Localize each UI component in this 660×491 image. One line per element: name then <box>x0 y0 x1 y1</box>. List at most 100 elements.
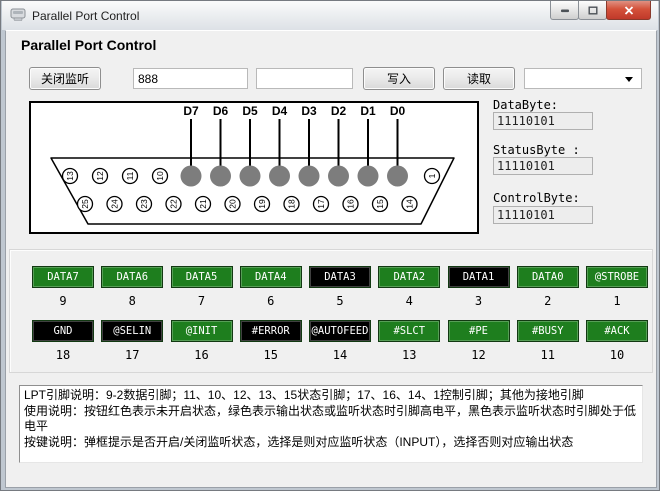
pin-button-SLCT[interactable]: #SLCT <box>378 320 440 342</box>
minimize-icon <box>560 6 570 15</box>
write-value-input[interactable] <box>256 68 353 89</box>
pin-button-ERROR[interactable]: #ERROR <box>240 320 302 342</box>
pin-number-label: 13 <box>65 171 75 181</box>
toggle-listen-button[interactable]: 关闭监听 <box>29 67 101 90</box>
connector-diagram: D7D6D5D4D3D2D1D0131211101252423222120191… <box>29 101 479 234</box>
pin-number: 4 <box>378 294 440 308</box>
data-pin-circle <box>181 166 202 187</box>
pin-cell: #ACK 10 <box>586 320 648 362</box>
write-button[interactable]: 写入 <box>363 67 435 90</box>
pin-number-label: 21 <box>198 199 208 209</box>
pin-number: 10 <box>586 348 648 362</box>
pin-cell: @INIT 16 <box>171 320 233 362</box>
pin-number-label: 12 <box>95 171 105 181</box>
pin-button-GND[interactable]: GND <box>32 320 94 342</box>
pin-cell: #SLCT 13 <box>378 320 440 362</box>
pin-cell: DATA46 <box>240 266 302 308</box>
pin-cell: @AUTOFEED 14 <box>309 320 371 362</box>
pin-button-DATA2[interactable]: DATA2 <box>378 266 440 288</box>
pin-number-label: 19 <box>257 199 267 209</box>
close-button[interactable] <box>606 1 651 20</box>
data-pin-circle <box>328 166 349 187</box>
pin-button-INIT[interactable]: @INIT <box>171 320 233 342</box>
pin-number-label: 14 <box>405 199 415 209</box>
data-pin-circle <box>240 166 261 187</box>
port-combobox[interactable] <box>524 68 642 89</box>
pin-button-DATA6[interactable]: DATA6 <box>101 266 163 288</box>
minimize-button[interactable] <box>550 1 579 20</box>
controlbyte-field[interactable] <box>493 206 593 224</box>
pin-number: 2 <box>517 294 579 308</box>
pin-button-DATA0[interactable]: DATA0 <box>517 266 579 288</box>
port-address-input[interactable] <box>133 68 248 89</box>
maximize-button[interactable] <box>578 1 607 20</box>
data-line-label: D0 <box>390 104 406 118</box>
controlbyte-label: ControlByte: <box>493 191 580 205</box>
pin-cell: DATA2 4 <box>378 266 440 308</box>
pin-number-label: 15 <box>375 199 385 209</box>
pin-button-DATA4[interactable]: DATA4 <box>240 266 302 288</box>
statusbyte-field[interactable] <box>493 157 593 175</box>
pin-button-DATA5[interactable]: DATA5 <box>171 266 233 288</box>
page-title: Parallel Port Control <box>21 37 156 53</box>
instructions-box[interactable]: LPT引脚说明：9-2数据引脚；11、10、12、13、15状态引脚；17、16… <box>19 385 643 463</box>
pin-cell: DATA79 <box>32 266 94 308</box>
pin-button-STROBE[interactable]: @STROBE <box>586 266 648 288</box>
pin-row-data: DATA79DATA68DATA57DATA46DATA35DATA24DATA… <box>32 266 648 308</box>
note-line-usage: 使用说明：按钮红色表示未开启状态，绿色表示输出状态或监听状态时引脚高电平，黑色表… <box>24 404 638 435</box>
pin-cell: DATA0 2 <box>517 266 579 308</box>
pin-number: 16 <box>171 348 233 362</box>
pin-number-label: 25 <box>80 199 90 209</box>
pin-number: 14 <box>309 348 371 362</box>
note-line-buttons: 按键说明：弹框提示是否开启/关闭监听状态，选择是则对应监听状态（INPUT），选… <box>24 435 638 451</box>
window-title: Parallel Port Control <box>32 9 139 23</box>
pin-cell: @STROBE 1 <box>586 266 648 308</box>
title-bar[interactable]: Parallel Port Control <box>2 1 658 30</box>
data-line-label: D2 <box>331 104 347 118</box>
app-window: Parallel Port Control Parallel Port Cont… <box>0 0 660 491</box>
pin-number-label: 23 <box>139 199 149 209</box>
app-icon <box>10 8 26 27</box>
pin-number-label: 18 <box>287 199 297 209</box>
pin-cell: @SELIN17 <box>101 320 163 362</box>
pin-button-BUSY[interactable]: #BUSY <box>517 320 579 342</box>
pin-cell: DATA68 <box>101 266 163 308</box>
pin-number: 12 <box>448 348 510 362</box>
pin-state-group: DATA79DATA68DATA57DATA46DATA35DATA24DATA… <box>9 249 653 373</box>
pin-number-label: 11 <box>125 171 135 180</box>
pin-button-AUTOFEED[interactable]: @AUTOFEED <box>309 320 371 342</box>
data-line-label: D4 <box>272 104 288 118</box>
pin-button-DATA1[interactable]: DATA1 <box>448 266 510 288</box>
pin-number: 13 <box>378 348 440 362</box>
pin-cell: #ERROR15 <box>240 320 302 362</box>
data-line-label: D3 <box>301 104 317 118</box>
pin-number: 3 <box>448 294 510 308</box>
pin-row-control: GND 18 @SELIN17 @INIT 16 #ERROR15 @AUTOFEED 14 #… <box>32 320 648 362</box>
pin-number-label: 22 <box>169 199 179 209</box>
pin-button-PE[interactable]: #PE <box>448 320 510 342</box>
pin-number-label: 1 <box>427 173 437 178</box>
databyte-field[interactable] <box>493 112 593 130</box>
pin-button-DATA3[interactable]: DATA3 <box>309 266 371 288</box>
pin-cell: DATA57 <box>171 266 233 308</box>
data-line-label: D7 <box>183 104 199 118</box>
read-button[interactable]: 读取 <box>443 67 515 90</box>
pin-number: 18 <box>32 348 94 362</box>
pin-button-ACK[interactable]: #ACK <box>586 320 648 342</box>
pin-cell: #BUSY11 <box>517 320 579 362</box>
pin-number-label: 17 <box>316 199 326 209</box>
close-icon <box>624 6 634 15</box>
pin-number-label: 10 <box>155 171 165 181</box>
data-pin-circle <box>358 166 379 187</box>
data-pin-circle <box>210 166 231 187</box>
pin-number: 1 <box>586 294 648 308</box>
pin-cell: DATA35 <box>309 266 371 308</box>
note-line-pins: LPT引脚说明：9-2数据引脚；11、10、12、13、15状态引脚；17、16… <box>24 388 638 404</box>
data-pin-circle <box>269 166 290 187</box>
pin-cell: DATA1 3 <box>448 266 510 308</box>
pin-number-label: 16 <box>346 199 356 209</box>
pin-button-SELIN[interactable]: @SELIN <box>101 320 163 342</box>
pin-button-DATA7[interactable]: DATA7 <box>32 266 94 288</box>
pin-cell: GND 18 <box>32 320 94 362</box>
pin-cell: #PE 12 <box>448 320 510 362</box>
